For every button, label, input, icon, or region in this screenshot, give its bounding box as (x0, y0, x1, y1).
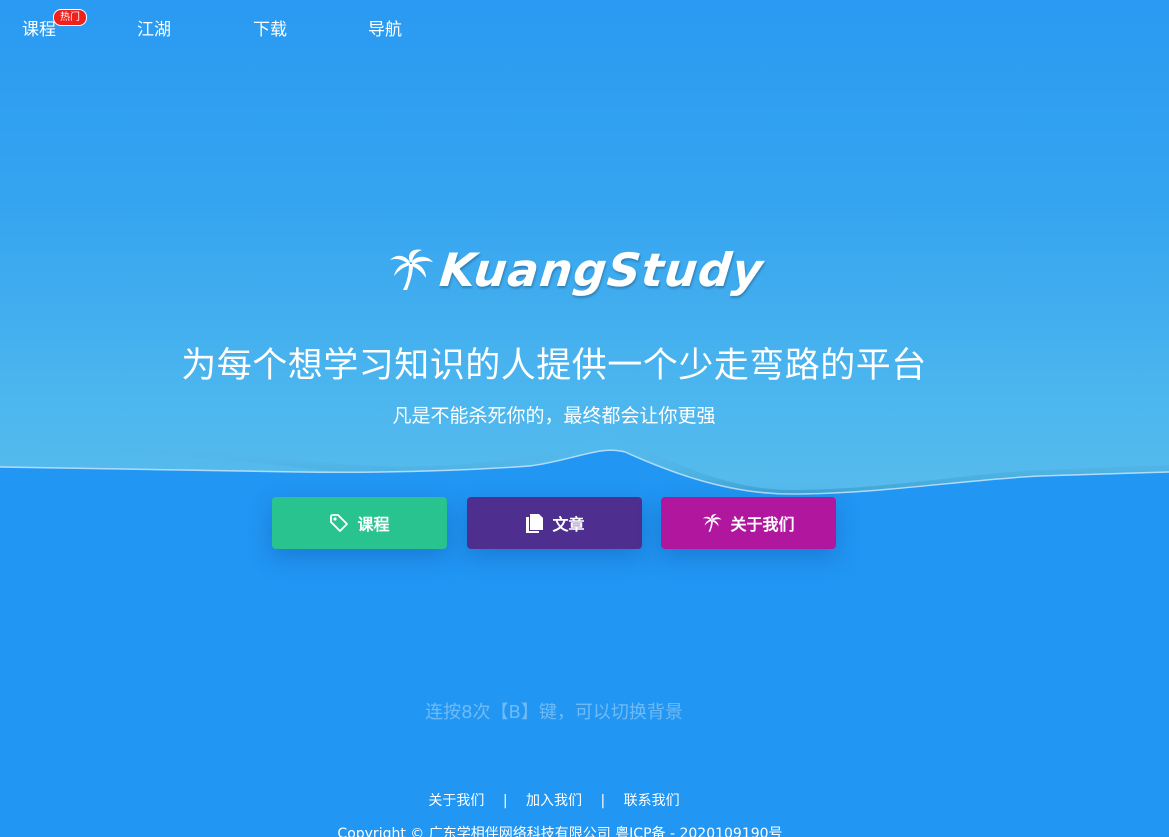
course-button-label: 课程 (357, 515, 390, 534)
footer-separator: | (600, 793, 606, 809)
footer-link-contact-us[interactable]: 联系我们 (624, 793, 680, 809)
palm-tree-icon (703, 514, 723, 532)
nav-item-label: 课程 (22, 20, 56, 40)
about-us-button[interactable]: 关于我们 (661, 497, 836, 549)
footer-link-about-us[interactable]: 关于我们 (428, 793, 484, 809)
hot-badge: 热门 (53, 9, 87, 26)
hero-slogan: 为每个想学习知识的人提供一个少走弯路的平台 (181, 346, 927, 386)
article-button-label: 文章 (552, 515, 585, 534)
nav-item-download[interactable]: 下载 (253, 18, 287, 42)
background-switch-hint: 连按8次【B】键，可以切换背景 (425, 702, 683, 723)
nav-item-course[interactable]: 课程 热门 (22, 9, 87, 42)
nav-item-label: 导航 (368, 20, 402, 40)
nav-item-jianghu[interactable]: 江湖 (137, 18, 171, 42)
about-us-button-label: 关于我们 (730, 515, 795, 534)
site-logo: KuangStudy (388, 240, 767, 300)
logo-text: KuangStudy (437, 243, 767, 297)
footer-link-join-us[interactable]: 加入我们 (526, 793, 582, 809)
copyright-text: Copyright © 广东学相伴网络科技有限公司 粤ICP备 - 202010… (337, 826, 783, 837)
hero-subslogan: 凡是不能杀死你的，最终都会让你更强 (392, 405, 716, 427)
article-button[interactable]: 文章 (467, 497, 642, 549)
nav-item-label: 江湖 (137, 20, 171, 40)
footer-links: 关于我们 | 加入我们 | 联系我们 (0, 790, 1108, 812)
nav-item-label: 下载 (253, 20, 287, 40)
document-icon (526, 514, 544, 533)
course-button[interactable]: 课程 (272, 497, 447, 549)
nav-item-navigation[interactable]: 导航 (368, 18, 402, 42)
tag-icon (330, 514, 349, 532)
palm-tree-icon (390, 249, 433, 290)
footer-separator: | (502, 793, 508, 809)
